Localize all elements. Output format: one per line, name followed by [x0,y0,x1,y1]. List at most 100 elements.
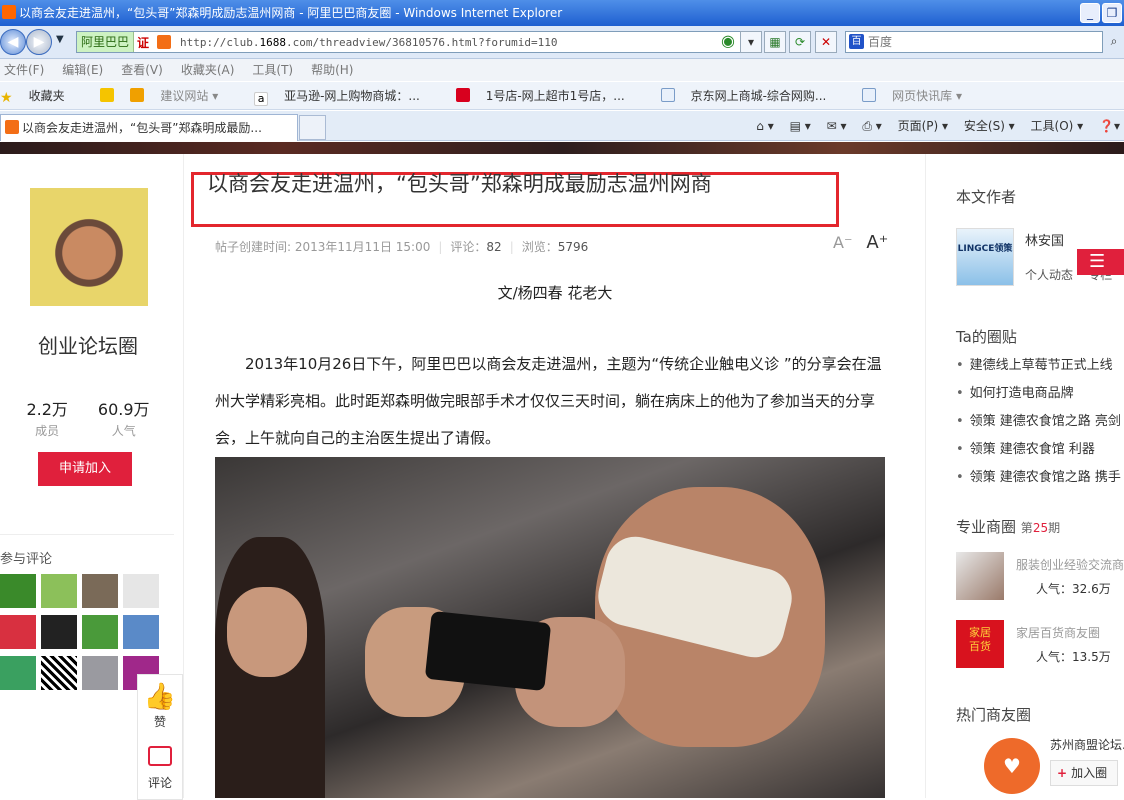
biz2-image[interactable]: 家居 百货 [956,620,1004,668]
tab-active[interactable]: 以商会友走进温州，“包头哥”郑森明成最励... [0,114,298,141]
new-tab-button[interactable] [299,115,326,140]
circle-stats: 2.2万 成员 60.9万 人气 [0,396,176,439]
font-larger-button[interactable]: A⁺ [866,232,888,253]
article-main: 以商会友走进温州，“包头哥”郑森明成最励志温州网商 帖子创建时间: 2013年1… [185,154,925,798]
search-icon[interactable]: ⌕ [1103,31,1124,53]
font-smaller-button[interactable]: A⁻ [833,233,852,252]
address-dropdown-button[interactable]: ▾ [740,31,762,53]
hot-circle-logo[interactable]: ♥ [984,738,1040,794]
participant-avatar[interactable] [123,574,159,608]
history-dropdown-icon[interactable]: ▼ [56,34,64,45]
participant-avatar[interactable] [0,656,36,690]
window-title-bar: 以商会友走进温州，“包头哥”郑森明成励志温州网商 - 阿里巴巴商友圈 - Win… [0,0,1124,26]
window-controls: _ ❐ [1080,3,1122,23]
url-text: http://club.1688.com/threadview/36810576… [180,35,558,49]
list-item[interactable]: 领策 建德农食馆之路 携手 [956,464,1124,492]
comment-label[interactable]: 评论 [138,774,182,791]
yhd-icon [455,88,470,102]
popularity-stat: 60.9万 人气 [97,400,150,438]
window-title: 以商会友走进温州，“包头哥”郑森明成励志温州网商 - 阿里巴巴商友圈 - Win… [19,6,563,20]
participant-avatar[interactable] [0,574,36,608]
participant-avatar[interactable] [123,615,159,649]
print-icon[interactable]: ⎙ ▾ [862,119,881,133]
menu-file[interactable]: 文件(F) [4,63,44,77]
participant-avatar[interactable] [41,615,77,649]
participants-label: 参与评论 [0,534,175,567]
participant-avatar[interactable] [41,656,77,690]
author-heading: 本文作者 [956,188,1017,206]
fav-amazon[interactable]: a 亚马逊-网上购物商城：... [254,89,436,106]
cmd-tools[interactable]: 工具(O) ▾ [1031,119,1084,133]
article-photo [215,457,885,798]
help-icon[interactable]: ❓▾ [1099,119,1120,133]
participant-avatar[interactable] [0,615,36,649]
refresh-icon[interactable]: ⟳ [789,31,811,53]
menu-tools[interactable]: 工具(T) [252,63,293,77]
favorites-bar: ★ 收藏夹 建议网站 ▾ a 亚马逊-网上购物商城：... 1号店-网上超市1号店，… [0,82,1124,110]
compat-view-icon[interactable]: ◉ [717,31,739,53]
menu-view[interactable]: 查看(V) [121,63,163,77]
thumbs-up-icon[interactable]: 👍 [138,681,182,713]
site-favicon-icon [157,35,172,49]
page-title: 以商会友走进温州，“包头哥”郑森明成最励志温州网商 [207,172,712,196]
home-icon[interactable]: ⌂ ▾ [756,119,773,133]
hot-circle-name[interactable]: 苏州商盟论坛... [1050,736,1124,753]
participant-avatar[interactable] [41,574,77,608]
feeds-icon[interactable]: ▤ ▾ [790,119,811,133]
biz1-name[interactable]: 服装创业经验交流商... [1016,556,1124,573]
biz2-name[interactable]: 家居百货商友圈 [1016,624,1100,641]
star-icon: ★ [0,90,13,106]
participant-avatar[interactable] [82,615,118,649]
join-hot-circle-button[interactable]: + 加入圈 [1050,760,1118,786]
author-name[interactable]: 林安国 [1025,230,1064,249]
menu-toggle-icon[interactable]: ☰ [1077,249,1124,275]
menu-favorites[interactable]: 收藏夹(A) [181,63,235,77]
forward-button[interactable]: ▶ [26,29,52,55]
menu-edit[interactable]: 编辑(E) [62,63,103,77]
fav-yhd[interactable]: 1号店-网上超市1号店，... [455,88,641,103]
restore-button[interactable]: ❐ [1102,3,1122,23]
rss-icon[interactable]: ▦ [764,31,786,53]
right-sidebar: 本文作者 LINGCE领策 林安国 个人动态 专栏 ☰ Ta的圈贴 建德线上草莓… [925,154,1124,798]
menu-help[interactable]: 帮助(H) [311,63,353,77]
list-item[interactable]: 领策 建德农食馆 利器 [956,436,1124,464]
fav-suggested-sites[interactable]: 建议网站 ▾ [100,88,234,103]
list-item[interactable]: 如何打造电商品牌 [956,380,1124,408]
mail-icon[interactable]: ✉ ▾ [827,119,847,133]
fav-webslice[interactable]: 网页快讯库 ▾ [862,88,978,103]
list-item[interactable]: 建德线上草莓节正式上线 [956,352,1124,380]
address-bar[interactable]: 阿里巴巴 证 http://club.1688.com/threadview/3… [76,31,761,53]
photo-smartphone [424,610,552,692]
comment-icon[interactable] [138,746,182,774]
join-circle-button[interactable]: 申请加入 [38,452,132,486]
participant-avatar[interactable] [82,656,118,690]
ta-posts-heading: Ta的圈贴 [956,328,1017,346]
circle-name[interactable]: 创业论坛圈 [0,330,176,359]
photo-face-left [227,587,307,677]
hot-circles-heading: 热门商友圈 [956,706,1032,724]
cmd-safety[interactable]: 安全(S) ▾ [964,119,1015,133]
minimize-button[interactable]: _ [1080,3,1100,23]
ta-posts-list: 建德线上草莓节正式上线 如何打造电商品牌 领策 建德农食馆之路 亮剑 领策 建德… [956,352,1124,492]
fav-jd[interactable]: 京东网上商城-综合网购... [660,88,843,103]
article-paragraph: 2013年10月26日下午，阿里巴巴以商会友走进温州，主题为“传统企业触电义诊 … [215,355,882,447]
favorites-button[interactable]: ★ 收藏夹 [0,89,81,106]
stop-icon[interactable]: ✕ [815,31,837,53]
list-item[interactable]: 领策 建德农食馆之路 亮剑 [956,408,1124,436]
circle-avatar[interactable] [30,188,148,306]
participants-grid [0,574,159,690]
participant-avatar[interactable] [82,574,118,608]
amazon-icon: a [254,92,269,106]
back-button[interactable]: ◀ [0,29,26,55]
cmd-page[interactable]: 页面(P) ▾ [898,119,948,133]
biz1-image[interactable] [956,552,1004,600]
biz1-popularity: 人气：32.6万 [1036,582,1111,596]
author-avatar[interactable]: LINGCE领策 [956,228,1014,286]
search-input[interactable]: 百 百度 [845,31,1103,53]
author-activity-link[interactable]: 个人动态 [1025,268,1073,282]
like-label[interactable]: 赞 [138,713,182,730]
page-icon [660,88,675,102]
header-banner-strip [0,142,1124,154]
webslice-icon [862,88,877,102]
article-meta: 帖子创建时间: 2013年11月11日 15:00 | 评论：82 | 浏览：5796 [215,240,589,254]
